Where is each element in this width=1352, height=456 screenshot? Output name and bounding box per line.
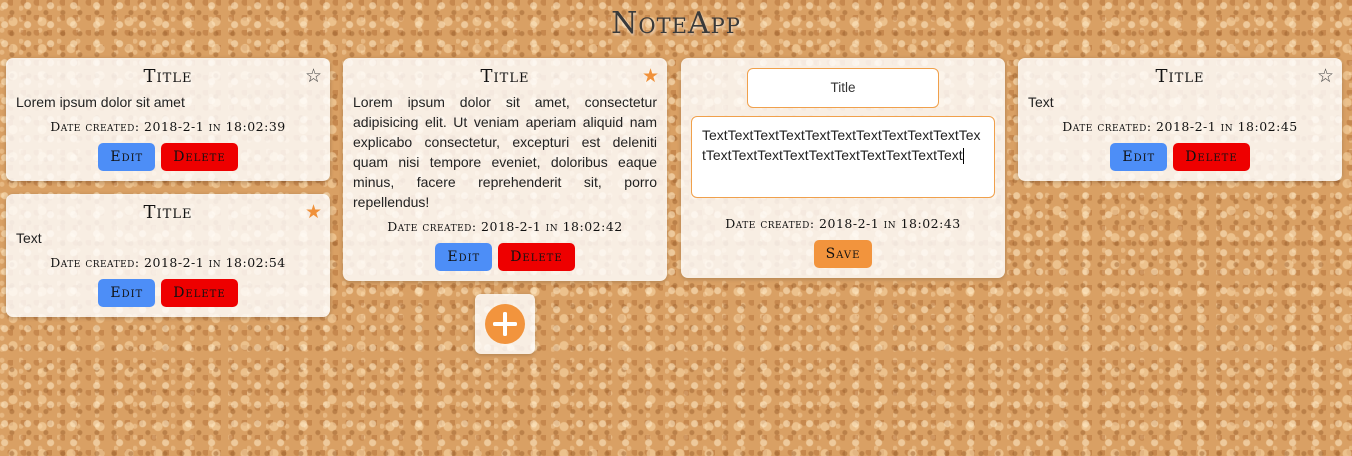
star-filled-icon[interactable]: ★ xyxy=(305,202,322,222)
note-card: Title ☆ Lorem ipsum dolor sit amet Date … xyxy=(6,58,330,181)
delete-button[interactable]: Delete xyxy=(161,279,238,307)
star-outline-icon[interactable]: ☆ xyxy=(305,66,322,86)
plus-icon xyxy=(493,312,517,336)
edit-button[interactable]: Edit xyxy=(1110,143,1168,171)
note-date: Date created: 2018-2-1 in 18:02:39 xyxy=(50,119,286,134)
note-date: Date created: 2018-2-1 in 18:02:43 xyxy=(725,216,961,231)
delete-button[interactable]: Delete xyxy=(161,143,238,171)
title-input[interactable]: Title xyxy=(747,68,939,108)
note-text: Lorem ipsum dolor sit amet xyxy=(16,94,185,110)
text-caret xyxy=(962,148,964,165)
note-text: Lorem ipsum dolor sit amet, consectetur … xyxy=(353,94,657,210)
note-title: Title xyxy=(480,66,530,87)
note-title: Title xyxy=(143,202,193,223)
body-textarea[interactable]: TextTextTextTextTextTextTextTextTextText… xyxy=(691,116,995,198)
note-title: Title xyxy=(1155,66,1205,87)
add-note-button[interactable] xyxy=(485,304,525,344)
note-editor-card: Title TextTextTextTextTextTextTextTextTe… xyxy=(681,58,1005,278)
star-outline-icon[interactable]: ☆ xyxy=(1317,66,1334,86)
note-card: Title ★ Lorem ipsum dolor sit amet, cons… xyxy=(343,58,667,281)
note-date: Date created: 2018-2-1 in 18:02:45 xyxy=(1062,119,1298,134)
note-date: Date created: 2018-2-1 in 18:02:54 xyxy=(50,255,286,270)
delete-button[interactable]: Delete xyxy=(1173,143,1250,171)
star-filled-icon[interactable]: ★ xyxy=(642,66,659,86)
note-text: Text xyxy=(16,230,42,246)
note-text: Text xyxy=(1028,94,1054,110)
edit-button[interactable]: Edit xyxy=(435,243,493,271)
app-title: NoteApp xyxy=(611,6,741,41)
note-title: Title xyxy=(143,66,193,87)
delete-button[interactable]: Delete xyxy=(498,243,575,271)
body-text: TextTextTextTextTextTextTextTextTextText… xyxy=(702,127,981,163)
save-button[interactable]: Save xyxy=(813,240,873,268)
add-note-panel xyxy=(475,294,535,354)
note-card: Title ☆ Text Date created: 2018-2-1 in 1… xyxy=(1018,58,1342,181)
edit-button[interactable]: Edit xyxy=(98,279,156,307)
note-date: Date created: 2018-2-1 in 18:02:42 xyxy=(387,219,623,234)
edit-button[interactable]: Edit xyxy=(98,143,156,171)
note-card: Title ★ Text Date created: 2018-2-1 in 1… xyxy=(6,194,330,317)
